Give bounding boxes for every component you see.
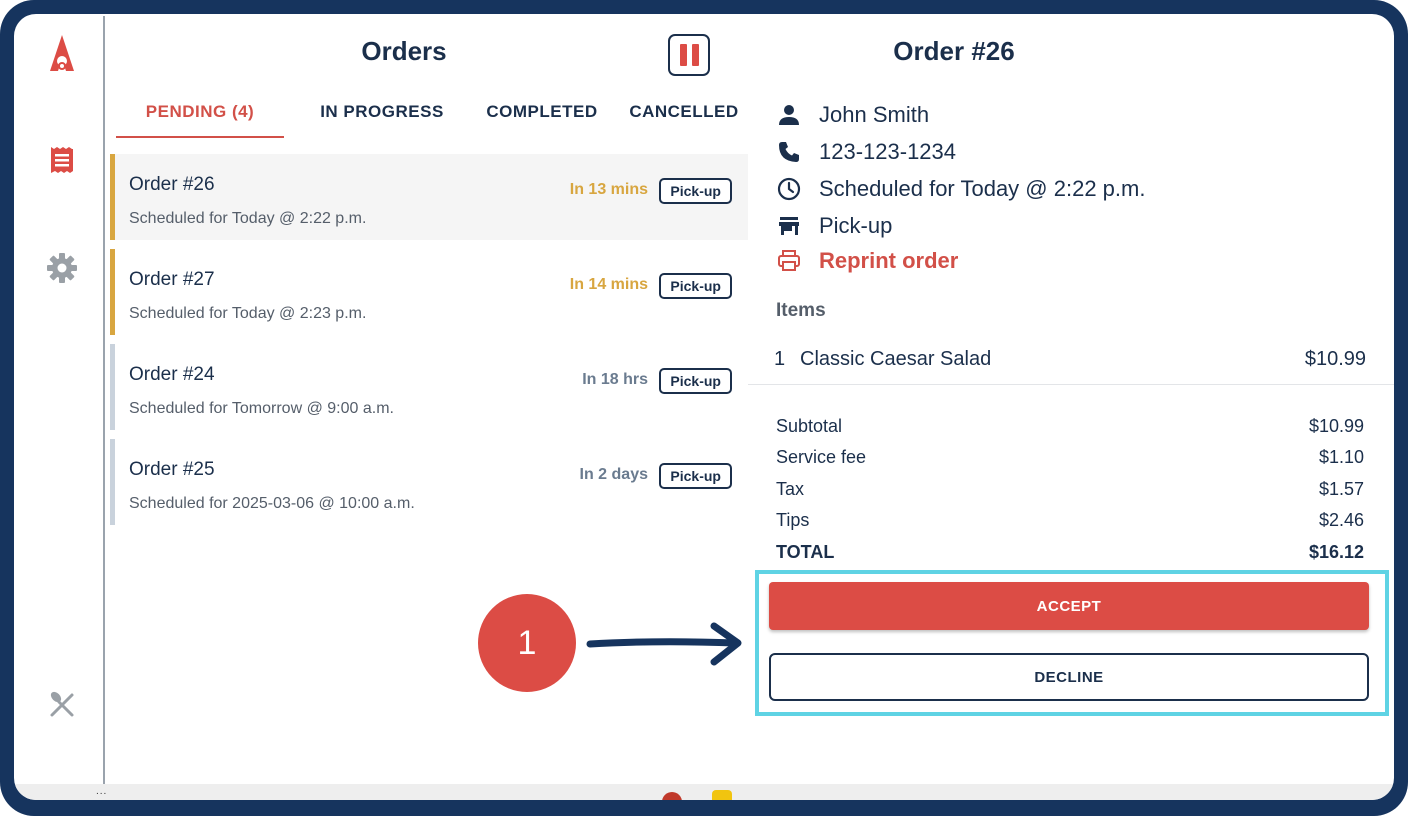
utensils-icon[interactable] [44, 686, 80, 722]
order-type-badge: Pick-up [659, 273, 732, 299]
callout-step-number: 1 [478, 594, 576, 692]
order-list: Order #26 Scheduled for Today @ 2:22 p.m… [110, 154, 748, 534]
customer-name: John Smith [819, 102, 930, 127]
tab-completed[interactable]: COMPLETED [480, 98, 604, 138]
decline-button[interactable]: DECLINE [769, 653, 1369, 701]
order-schedule: Scheduled for Tomorrow @ 9:00 a.m. [129, 400, 394, 417]
handle-dots: ... [96, 786, 108, 797]
order-schedule-detail: Scheduled for Today @ 2:22 p.m. [819, 176, 1146, 201]
orders-title: Orders [361, 36, 447, 66]
sidebar [14, 14, 104, 784]
tab-pending[interactable]: PENDING (4) [116, 98, 284, 138]
order-type-badge: Pick-up [659, 463, 732, 489]
app-screen: Orders PENDING (4) IN PROGRESS COMPLETED… [14, 14, 1394, 800]
person-icon [774, 100, 804, 130]
items-heading: Items [776, 300, 826, 321]
subtotal-row: Subtotal $10.99 [776, 414, 1364, 445]
subtotal-value: $10.99 [1308, 416, 1364, 436]
service-fee-row: Service fee $1.10 [776, 445, 1364, 476]
total-row: TOTAL $16.12 [776, 540, 1364, 571]
orders-receipt-icon[interactable] [44, 142, 80, 178]
order-name: Order #24 [129, 364, 215, 385]
rocket-logo-icon[interactable] [44, 35, 80, 72]
order-eta: In 2 days [579, 466, 648, 483]
order-name: Order #27 [129, 269, 215, 290]
total-value: $16.12 [1308, 541, 1364, 562]
order-card-24[interactable]: Order #24 Scheduled for Tomorrow @ 9:00 … [110, 344, 748, 430]
clock-icon [774, 174, 804, 204]
order-eta: In 13 mins [569, 181, 648, 198]
order-schedule: Scheduled for Today @ 2:22 p.m. [129, 210, 367, 227]
order-name: Order #26 [129, 174, 215, 195]
fulfillment-row: Pick-up [774, 211, 892, 241]
item-quantity: 1 [774, 348, 786, 370]
printer-icon [774, 246, 804, 276]
order-detail-title: Order #26 [893, 36, 1015, 66]
callout-arrow-icon [586, 622, 742, 666]
tax-row: Tax $1.57 [776, 477, 1364, 508]
order-eta: In 14 mins [569, 276, 648, 293]
service-fee-value: $1.10 [1318, 447, 1364, 468]
item-price: $10.99 [1304, 348, 1366, 370]
order-card-27[interactable]: Order #27 Scheduled for Today @ 2:23 p.m… [110, 249, 748, 335]
order-eta: In 18 hrs [582, 371, 648, 388]
phone-row: 123-123-1234 [774, 137, 956, 167]
customer-phone: 123-123-1234 [819, 139, 957, 164]
order-totals: Subtotal $10.99 Service fee $1.10 Tax $1… [776, 414, 1364, 571]
line-item: 1 Classic Caesar Salad $10.99 [774, 346, 1366, 376]
tips-row: Tips $2.46 [776, 508, 1364, 539]
service-fee-label: Service fee [776, 447, 867, 468]
tab-cancelled[interactable]: CANCELLED [622, 98, 746, 138]
pause-orders-button[interactable] [668, 34, 710, 76]
device-frame: Orders PENDING (4) IN PROGRESS COMPLETED… [0, 0, 1408, 816]
store-icon [774, 211, 804, 241]
order-type-badge: Pick-up [659, 368, 732, 394]
order-card-26[interactable]: Order #26 Scheduled for Today @ 2:22 p.m… [110, 154, 748, 240]
app-dock-icon-2[interactable] [712, 790, 732, 800]
order-schedule: Scheduled for Today @ 2:23 p.m. [129, 305, 367, 322]
item-name: Classic Caesar Salad [800, 348, 992, 370]
reprint-order-label: Reprint order [819, 248, 959, 273]
reprint-order-button[interactable]: Reprint order [774, 246, 958, 276]
tips-label: Tips [776, 510, 810, 531]
order-status-tabs: PENDING (4) IN PROGRESS COMPLETED CANCEL… [116, 98, 748, 138]
subtotal-label: Subtotal [776, 416, 843, 436]
tab-in-progress[interactable]: IN PROGRESS [304, 98, 460, 138]
fulfillment-type: Pick-up [819, 213, 893, 238]
order-name: Order #25 [129, 459, 215, 480]
pause-icon [679, 44, 687, 66]
app-dock-icon[interactable] [662, 792, 682, 800]
schedule-row: Scheduled for Today @ 2:22 p.m. [774, 174, 1145, 204]
tips-value: $2.46 [1318, 510, 1364, 531]
tax-label: Tax [776, 478, 805, 499]
accept-button[interactable]: ACCEPT [769, 582, 1369, 630]
bottom-system-bar: ... [14, 784, 1394, 800]
phone-icon [774, 137, 804, 167]
order-card-25[interactable]: Order #25 Scheduled for 2025-03-06 @ 10:… [110, 439, 748, 525]
order-type-badge: Pick-up [659, 178, 732, 204]
customer-name-row: John Smith [774, 100, 929, 130]
tax-value: $1.57 [1318, 478, 1364, 499]
order-schedule: Scheduled for 2025-03-06 @ 10:00 a.m. [129, 495, 415, 512]
sidebar-divider [103, 16, 105, 786]
gear-icon[interactable] [44, 250, 80, 286]
total-label: TOTAL [776, 541, 835, 562]
items-divider [748, 384, 1394, 385]
